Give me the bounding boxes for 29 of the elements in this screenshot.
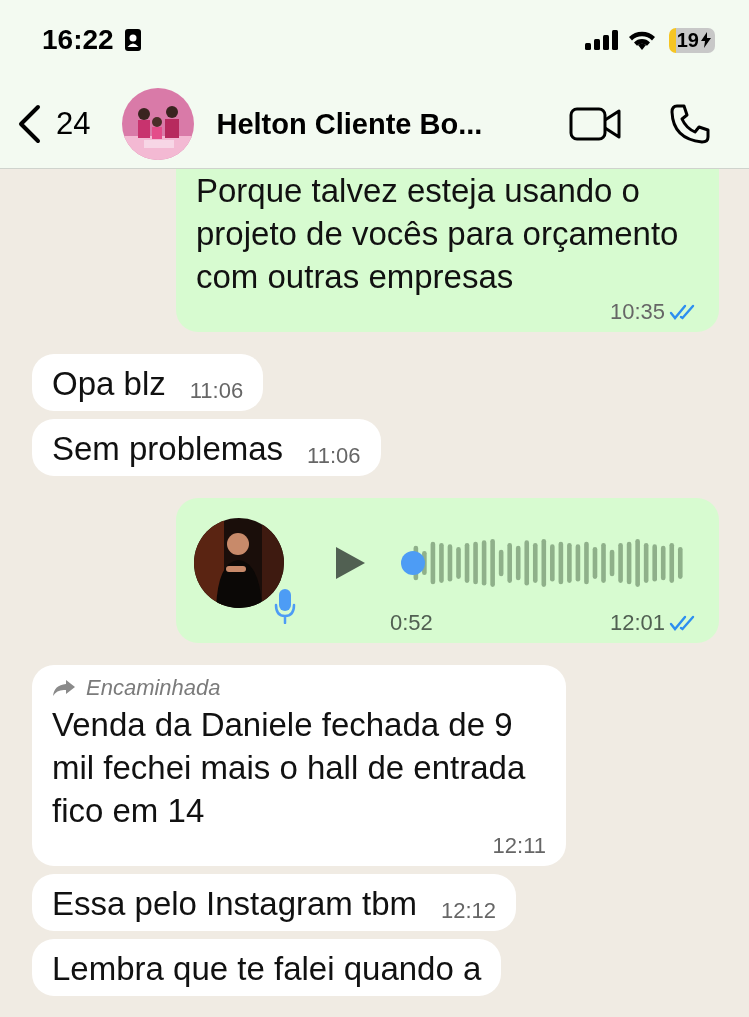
message-time: 11:06 <box>189 377 244 405</box>
charging-icon <box>701 32 711 48</box>
playback-slider-thumb[interactable] <box>401 551 425 575</box>
chevron-icon <box>16 104 42 144</box>
message-text: Lembra que te falei quando a <box>52 949 482 989</box>
message-text: Essa pelo Instagram tbm <box>52 884 417 924</box>
message-time: 12:11 <box>492 832 546 860</box>
microphone-icon <box>274 588 296 624</box>
message-text: Porque talvez esteja usando o projeto de vocês para orçamento com outras empresas <box>196 171 680 297</box>
message-time: 11:06 <box>307 442 361 470</box>
message-time: 12:01 <box>609 609 665 637</box>
message-text: Venda da Daniele fechada de 9 mil fechei mais o hall de entrada fico em 14 <box>52 705 527 831</box>
voice-duration: 0:52 <box>390 609 433 637</box>
phone-call-icon[interactable] <box>669 103 711 145</box>
video-call-icon[interactable] <box>569 107 621 141</box>
message-text: Sem problemas <box>52 429 284 469</box>
play-button[interactable] <box>334 546 366 580</box>
message-text: Opa blz <box>52 364 166 404</box>
signal-icon <box>584 30 619 50</box>
forward-icon <box>52 679 76 697</box>
status-time: 16:22 <box>42 24 114 56</box>
back-button[interactable]: 24 <box>16 104 91 144</box>
wifi-icon <box>626 29 657 51</box>
id-card-icon <box>123 28 142 52</box>
message-time: 12:12 <box>441 897 497 925</box>
message-time: 10:35 <box>609 298 665 326</box>
contact-name[interactable]: Helton Cliente Bo... <box>216 107 549 141</box>
forwarded-label: Encaminhada <box>86 674 221 702</box>
battery-level: 19 <box>668 27 715 53</box>
